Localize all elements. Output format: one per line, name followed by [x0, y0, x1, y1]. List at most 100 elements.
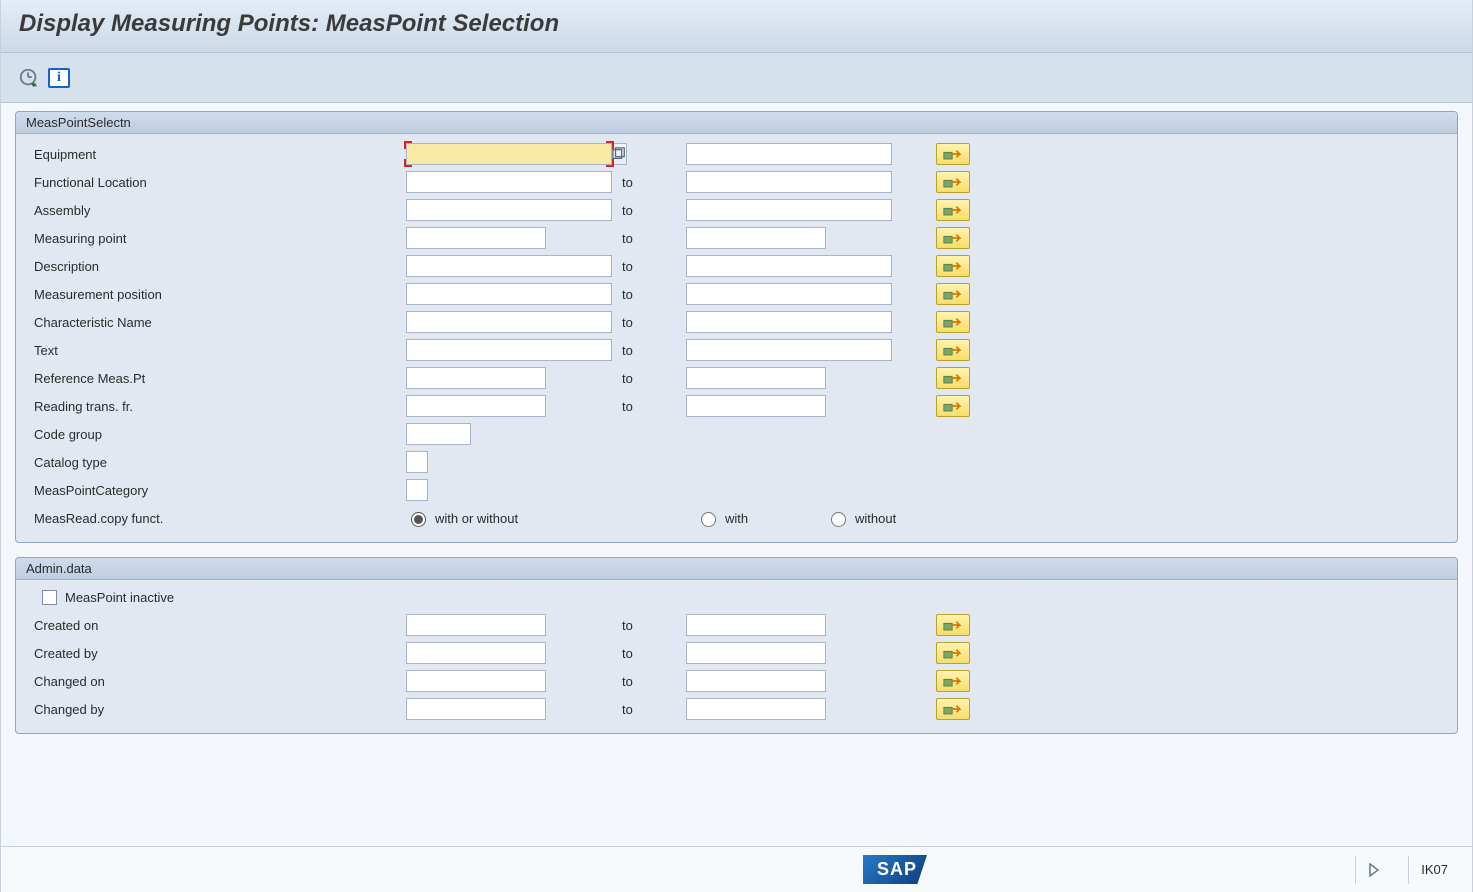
sap-logo: SAP	[863, 855, 927, 884]
createdby-multiple-selection-button[interactable]	[936, 642, 970, 664]
createdby-to-input[interactable]	[686, 642, 826, 664]
to-label-refmeas: to	[616, 371, 686, 386]
radio-without-input[interactable]	[831, 512, 846, 527]
radio-with[interactable]: with	[696, 509, 826, 527]
refmeas-from-input[interactable]	[406, 367, 546, 389]
funcloc-from-input[interactable]	[406, 171, 612, 193]
label-measurement-position: Measurement position	[26, 287, 406, 302]
description-to-input[interactable]	[686, 255, 892, 277]
charname-to-input[interactable]	[686, 311, 892, 333]
refmeas-multiple-selection-button[interactable]	[936, 367, 970, 389]
row-assembly: Assembly to	[26, 196, 1447, 224]
createdon-multiple-selection-button[interactable]	[936, 614, 970, 636]
equipment-search-help-button[interactable]	[611, 143, 627, 165]
radio-with-or-without[interactable]: with or without	[406, 509, 696, 527]
changedon-from-input[interactable]	[406, 670, 546, 692]
app-window: Display Measuring Points: MeasPoint Sele…	[0, 0, 1473, 892]
readtrans-multiple-selection-button[interactable]	[936, 395, 970, 417]
equipment-multiple-selection-button[interactable]	[936, 143, 970, 165]
row-catalog-type: Catalog type	[26, 448, 1447, 476]
row-characteristic-name: Characteristic Name to	[26, 308, 1447, 336]
createdon-to-input[interactable]	[686, 614, 826, 636]
charname-from-input[interactable]	[406, 311, 612, 333]
label-measuring-point: Measuring point	[26, 231, 406, 246]
mpcategory-input[interactable]	[406, 479, 428, 501]
changedby-from-input[interactable]	[406, 698, 546, 720]
to-label-measpoint: to	[616, 231, 686, 246]
measpoint-multiple-selection-button[interactable]	[936, 227, 970, 249]
row-meas-point-category: MeasPointCategory	[26, 476, 1447, 504]
radio-without-label: without	[855, 511, 896, 526]
text-multiple-selection-button[interactable]	[936, 339, 970, 361]
execute-icon[interactable]	[17, 66, 41, 90]
row-created-on: Created on to	[26, 611, 1447, 639]
measpoint-to-input[interactable]	[686, 227, 826, 249]
assembly-to-input[interactable]	[686, 199, 892, 221]
label-equipment: Equipment	[26, 147, 406, 162]
changedon-multiple-selection-button[interactable]	[936, 670, 970, 692]
readtrans-from-input[interactable]	[406, 395, 546, 417]
row-measpoint-inactive: MeasPoint inactive	[26, 586, 1447, 611]
refmeas-to-input[interactable]	[686, 367, 826, 389]
to-label-description: to	[616, 259, 686, 274]
content-area: MeasPointSelectn Equipment	[1, 103, 1472, 760]
row-measuring-point: Measuring point to	[26, 224, 1447, 252]
radio-with-label: with	[725, 511, 748, 526]
createdon-from-input[interactable]	[406, 614, 546, 636]
row-changed-on: Changed on to	[26, 667, 1447, 695]
to-label-measpos: to	[616, 287, 686, 302]
label-description: Description	[26, 259, 406, 274]
measpos-to-input[interactable]	[686, 283, 892, 305]
description-multiple-selection-button[interactable]	[936, 255, 970, 277]
to-label-text: to	[616, 343, 686, 358]
catalogtype-input[interactable]	[406, 451, 428, 473]
radio-without[interactable]: without	[826, 509, 956, 527]
group-meas-point-selection: MeasPointSelectn Equipment	[15, 111, 1458, 543]
equipment-to-input[interactable]	[686, 143, 892, 165]
equipment-from-input[interactable]	[406, 143, 612, 165]
measpos-multiple-selection-button[interactable]	[936, 283, 970, 305]
label-created-by: Created by	[26, 646, 406, 661]
status-play-icon[interactable]	[1355, 856, 1392, 884]
funcloc-multiple-selection-button[interactable]	[936, 171, 970, 193]
label-meas-point-category: MeasPointCategory	[26, 483, 406, 498]
assembly-from-input[interactable]	[406, 199, 612, 221]
charname-multiple-selection-button[interactable]	[936, 311, 970, 333]
changedon-to-input[interactable]	[686, 670, 826, 692]
measpoint-from-input[interactable]	[406, 227, 546, 249]
readtrans-to-input[interactable]	[686, 395, 826, 417]
to-label-assembly: to	[616, 203, 686, 218]
text-to-input[interactable]	[686, 339, 892, 361]
info-icon[interactable]: i	[47, 66, 71, 90]
status-tcode: IK07	[1408, 856, 1460, 884]
measpos-from-input[interactable]	[406, 283, 612, 305]
changedby-to-input[interactable]	[686, 698, 826, 720]
createdby-from-input[interactable]	[406, 642, 546, 664]
label-text: Text	[26, 343, 406, 358]
group-header-admin: Admin.data	[16, 558, 1457, 580]
description-from-input[interactable]	[406, 255, 612, 277]
radio-with-or-without-input[interactable]	[411, 512, 426, 527]
to-label-funcloc: to	[616, 175, 686, 190]
row-reading-trans: Reading trans. fr. to	[26, 392, 1447, 420]
label-functional-location: Functional Location	[26, 175, 406, 190]
to-label-createdby: to	[616, 646, 686, 661]
label-changed-by: Changed by	[26, 702, 406, 717]
row-reference-measpt: Reference Meas.Pt to	[26, 364, 1447, 392]
title-band: Display Measuring Points: MeasPoint Sele…	[1, 0, 1472, 53]
changedby-multiple-selection-button[interactable]	[936, 698, 970, 720]
label-assembly: Assembly	[26, 203, 406, 218]
row-description: Description to	[26, 252, 1447, 280]
radio-with-or-without-label: with or without	[435, 511, 518, 526]
codegroup-input[interactable]	[406, 423, 471, 445]
assembly-multiple-selection-button[interactable]	[936, 199, 970, 221]
to-label-changedon: to	[616, 674, 686, 689]
measpoint-inactive-checkbox[interactable]	[42, 590, 57, 605]
funcloc-to-input[interactable]	[686, 171, 892, 193]
text-from-input[interactable]	[406, 339, 612, 361]
label-catalog-type: Catalog type	[26, 455, 406, 470]
row-equipment: Equipment	[26, 140, 1447, 168]
label-characteristic-name: Characteristic Name	[26, 315, 406, 330]
radio-with-input[interactable]	[701, 512, 716, 527]
row-text: Text to	[26, 336, 1447, 364]
